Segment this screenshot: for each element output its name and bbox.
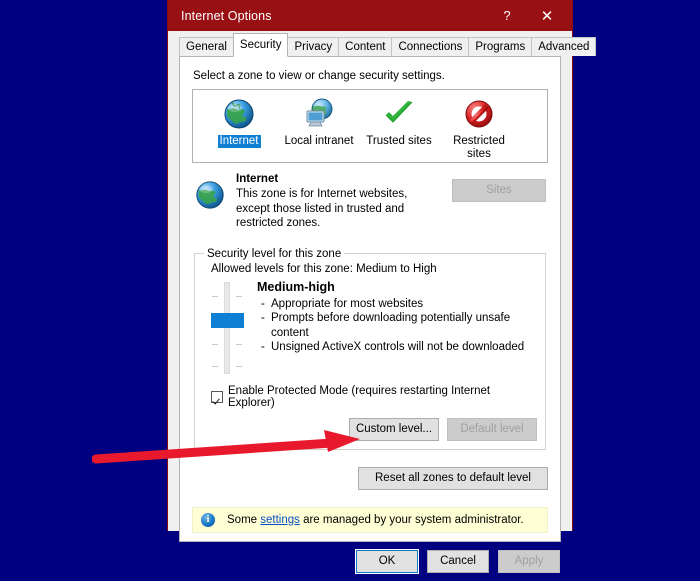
- selected-zone-description: Internet This zone is for Internet websi…: [192, 173, 548, 231]
- reset-all-zones-button[interactable]: Reset all zones to default level: [358, 466, 548, 490]
- protected-mode-checkbox[interactable]: [211, 390, 223, 403]
- slider-tick: [236, 365, 242, 367]
- tab-privacy[interactable]: Privacy: [287, 37, 340, 56]
- security-tab-panel: Select a zone to view or change security…: [179, 56, 561, 542]
- info-bar-text: Some settings are managed by your system…: [227, 514, 524, 526]
- slider-tick: [236, 343, 242, 345]
- tab-strip: General Security Privacy Content Connect…: [168, 31, 597, 57]
- security-level-legend: Security level for this zone: [207, 247, 342, 260]
- tab-connections[interactable]: Connections: [391, 37, 470, 56]
- zone-description-text: This zone is for Internet websites, exce…: [236, 188, 408, 229]
- dialog-titlebar[interactable]: Internet Options ? ✕: [168, 0, 572, 31]
- info-text-after: are managed by your system administrator…: [299, 513, 524, 526]
- allowed-levels-text: Allowed levels for this zone: Medium to …: [211, 262, 437, 275]
- level-bullet: Unsigned ActiveX controls will not be do…: [257, 340, 529, 355]
- zone-item-local-intranet[interactable]: Local intranet: [279, 94, 359, 162]
- info-text-before: Some: [227, 513, 261, 526]
- slider-tick: [212, 295, 218, 297]
- intranet-computer-icon: [302, 96, 336, 132]
- slider-tick: [212, 343, 218, 345]
- default-level-button[interactable]: Default level: [447, 417, 537, 441]
- intro-text: Select a zone to view or change security…: [193, 70, 445, 82]
- apply-button[interactable]: Apply: [498, 549, 560, 573]
- red-annotation-arrow: [92, 430, 360, 464]
- ok-button[interactable]: OK: [355, 548, 419, 574]
- zone-label-trusted-sites: Trusted sites: [366, 135, 432, 147]
- globe-icon: [192, 173, 234, 231]
- zone-label-local-intranet: Local intranet: [284, 135, 354, 147]
- sites-button[interactable]: Sites: [452, 179, 546, 202]
- zone-label-restricted-sites: Restricted sites: [453, 135, 505, 160]
- slider-track[interactable]: [224, 281, 230, 374]
- tab-advanced[interactable]: Advanced: [531, 37, 597, 56]
- protected-mode-label: Enable Protected Mode (requires restarti…: [228, 384, 491, 409]
- zone-item-trusted-sites[interactable]: Trusted sites: [359, 94, 439, 162]
- tab-content[interactable]: Content: [338, 37, 393, 56]
- level-name: Medium-high: [257, 279, 335, 294]
- cancel-button[interactable]: Cancel: [427, 549, 489, 573]
- security-level-slider[interactable]: [203, 280, 251, 376]
- slider-tick: [236, 295, 242, 297]
- zone-list[interactable]: Internet Local intranet Trusted sites Re…: [192, 89, 548, 163]
- tab-programs[interactable]: Programs: [468, 37, 533, 56]
- security-level-group: Security level for this zone Allowed lev…: [194, 247, 546, 450]
- settings-link[interactable]: settings: [260, 514, 300, 526]
- info-circle-icon: i: [201, 512, 215, 527]
- zone-label-internet: Internet: [217, 135, 261, 148]
- protected-mode-row[interactable]: Enable Protected Mode (requires restarti…: [211, 385, 537, 409]
- level-bullet-list: Appropriate for most websites Prompts be…: [257, 297, 537, 355]
- level-bullet: Prompts before downloading potentially u…: [257, 311, 529, 340]
- close-icon[interactable]: ✕: [530, 0, 564, 31]
- slider-thumb[interactable]: [211, 312, 244, 328]
- level-bullet: Appropriate for most websites: [257, 297, 529, 312]
- tab-security[interactable]: Security: [232, 33, 289, 57]
- red-no-entry-icon: [462, 96, 496, 132]
- green-check-icon: [382, 96, 416, 132]
- slider-tick: [212, 365, 218, 367]
- zone-item-restricted-sites[interactable]: Restricted sites: [439, 94, 519, 162]
- dialog-footer: OK Cancel Apply: [168, 542, 572, 581]
- zone-item-internet[interactable]: Internet: [199, 94, 279, 162]
- help-icon[interactable]: ?: [490, 0, 524, 31]
- admin-managed-info-bar: i Some settings are managed by your syst…: [192, 506, 548, 533]
- dialog-title: Internet Options: [181, 8, 272, 23]
- globe-icon: [222, 96, 256, 132]
- tab-general[interactable]: General: [179, 37, 234, 56]
